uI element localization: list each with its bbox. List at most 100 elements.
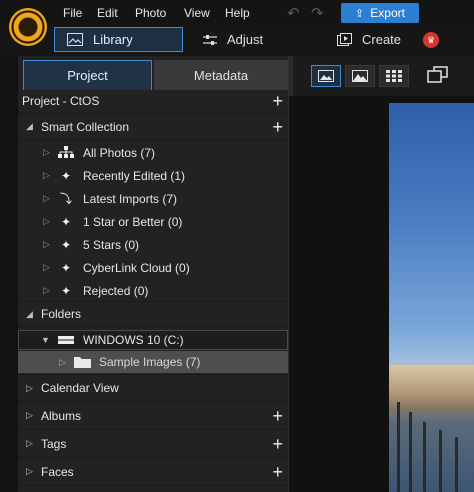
panel-tabs: Project Metadata (18, 60, 289, 92)
import-icon: ⤵ (59, 192, 72, 206)
project-title: Project - CtOS (22, 94, 100, 108)
add-project-icon[interactable]: + (272, 92, 283, 110)
chevron-right-icon: ▷ (59, 356, 66, 367)
folders-label: Folders (41, 307, 82, 321)
chevron-down-icon: ◢ (26, 121, 33, 131)
chevron-right-icon: ▷ (43, 193, 50, 203)
adjust-label: Adjust (227, 32, 264, 47)
add-smart-collection-icon[interactable]: + (272, 118, 283, 136)
tab-metadata[interactable]: Metadata (154, 60, 288, 90)
crown-icon[interactable]: ♛ (423, 32, 439, 48)
folders-header[interactable]: ◢ Folders (18, 301, 289, 327)
menu-help[interactable]: Help (225, 6, 250, 20)
list-item[interactable]: ▷ ✦ 5 Stars (0) (18, 233, 289, 256)
project-header: Project - CtOS + (18, 89, 289, 114)
chevron-right-icon: ▷ (26, 466, 33, 476)
venice-photo[interactable] (389, 103, 474, 492)
create-icon (337, 33, 352, 46)
sparkle-icon: ✦ (60, 168, 72, 183)
folder-label: Sample Images (7) (99, 355, 201, 369)
photo-pole (397, 402, 400, 492)
create-mode-button[interactable]: Create (337, 32, 401, 47)
list-item-label: Rejected (0) (83, 283, 149, 298)
left-strip (0, 56, 18, 492)
list-item-label: CyberLink Cloud (0) (83, 260, 190, 275)
drive-label: WINDOWS 10 (C:) (83, 333, 184, 347)
faces-label: Faces (41, 464, 74, 479)
app-logo (9, 8, 47, 46)
chevron-right-icon: ▷ (26, 382, 33, 393)
folder-item[interactable]: ▷ Sample Images (7) (18, 351, 288, 373)
chevron-right-icon: ▷ (26, 438, 33, 448)
list-item-label: 1 Star or Better (0) (83, 214, 183, 229)
single-view-button[interactable] (311, 65, 341, 87)
photo-viewer (289, 56, 474, 492)
smart-collection-label: Smart Collection (41, 119, 130, 134)
list-item[interactable]: ▷ All Photos (7) (18, 141, 289, 164)
tags-header[interactable]: ▷ Tags + (18, 430, 289, 458)
albums-label: Albums (41, 408, 82, 423)
mode-bar: Library Adjust Create ♛ (0, 27, 474, 56)
list-item[interactable]: ▷ ⤵ Latest Imports (7) (18, 187, 289, 210)
list-item-label: Recently Edited (1) (83, 168, 186, 183)
faces-header[interactable]: ▷ Faces + (18, 458, 289, 486)
grid-icon (386, 70, 402, 82)
compare-view-button[interactable] (345, 65, 375, 87)
fullscreen-icon[interactable] (427, 66, 449, 87)
add-album-icon[interactable]: + (272, 407, 283, 425)
menu-view[interactable]: View (184, 6, 210, 20)
photo-icon (352, 70, 368, 82)
upload-icon: ⇪ (355, 7, 365, 20)
chevron-right-icon: ▷ (43, 216, 50, 226)
photo-pole (439, 430, 442, 492)
list-item[interactable]: ▷ ✦ Rejected (0) (18, 279, 289, 302)
chevron-right-icon: ▷ (26, 410, 33, 420)
calendar-view-label: Calendar View (41, 381, 119, 395)
smart-collection-header[interactable]: ◢ Smart Collection + (18, 114, 289, 140)
menu-bar: File Edit Photo View Help ↶ ↷ ⇪ Export (0, 0, 474, 27)
list-item[interactable]: ▷ ✦ 1 Star or Better (0) (18, 210, 289, 233)
sparkle-icon: ✦ (60, 283, 72, 298)
hierarchy-icon (57, 145, 75, 161)
photo-pole (455, 437, 458, 492)
chevron-down-icon: ◢ (26, 308, 33, 319)
photo-pole (409, 412, 412, 492)
adjust-mode-button[interactable]: Adjust (203, 32, 263, 47)
add-tag-icon[interactable]: + (272, 435, 283, 453)
sparkle-icon: ✦ (60, 260, 72, 275)
menu-file[interactable]: File (63, 6, 82, 20)
tags-label: Tags (41, 436, 67, 451)
export-label: Export (370, 6, 405, 20)
chevron-down-icon: ▼ (41, 335, 50, 345)
sliders-icon (203, 34, 217, 45)
menu-photo[interactable]: Photo (135, 6, 166, 20)
list-item-label: All Photos (7) (83, 145, 156, 160)
add-face-icon[interactable]: + (272, 463, 283, 481)
create-label: Create (362, 32, 402, 47)
albums-header[interactable]: ▷ Albums + (18, 402, 289, 430)
folder-icon (73, 354, 91, 370)
chevron-right-icon: ▷ (43, 147, 50, 157)
library-label: Library (93, 32, 133, 47)
chevron-right-icon: ▷ (43, 170, 50, 180)
undo-icon[interactable]: ↶ (287, 4, 300, 22)
grid-view-button[interactable] (379, 65, 409, 87)
calendar-view-header[interactable]: ▷ Calendar View (18, 374, 289, 402)
photo-pole (423, 422, 426, 492)
list-item[interactable]: ▷ ✦ Recently Edited (1) (18, 164, 289, 187)
menu-edit[interactable]: Edit (97, 6, 118, 20)
viewer-toolbar (289, 56, 474, 96)
list-item-label: Latest Imports (7) (83, 191, 178, 206)
export-button[interactable]: ⇪ Export (341, 3, 419, 23)
library-panel: Project Metadata Project - CtOS + ◢ Smar… (18, 56, 289, 492)
sparkle-icon: ✦ (60, 237, 72, 252)
tab-project[interactable]: Project (23, 60, 152, 90)
redo-icon[interactable]: ↷ (311, 4, 324, 22)
photo-buildings (389, 365, 474, 411)
list-item[interactable]: ▷ ✦ CyberLink Cloud (0) (18, 256, 289, 279)
chevron-right-icon: ▷ (43, 285, 50, 295)
library-mode-button[interactable]: Library (54, 27, 183, 52)
single-photo-icon (318, 70, 334, 82)
drive-item[interactable]: ▼ WINDOWS 10 (C:) (18, 330, 288, 350)
photo-library-icon (67, 33, 83, 46)
